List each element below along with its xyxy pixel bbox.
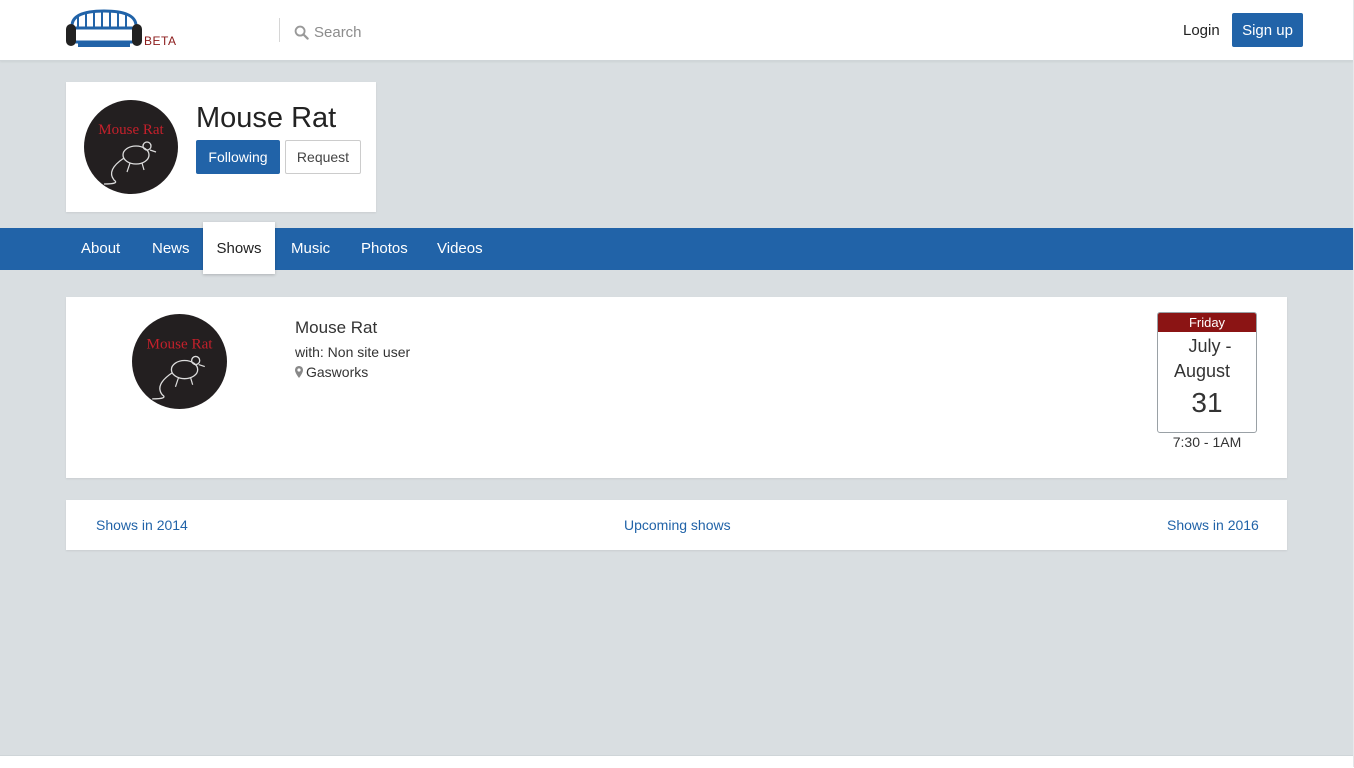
show-with-text: with: Non site user (295, 344, 411, 360)
show-venue[interactable]: Gasworks (295, 364, 368, 380)
band-avatar[interactable]: Mouse Rat (84, 100, 178, 194)
next-year-link[interactable]: Shows in 2016 (1167, 517, 1259, 533)
couch-logo-icon (66, 9, 142, 47)
tab-news[interactable]: News (152, 228, 190, 270)
tab-videos[interactable]: Videos (437, 228, 483, 270)
search-input[interactable] (314, 23, 534, 41)
tab-shows[interactable]: Shows (203, 222, 275, 274)
search-icon (294, 25, 309, 40)
calendar-weekday: Friday (1158, 313, 1256, 332)
calendar-month: July - August (1158, 332, 1256, 384)
venue-name: Gasworks (306, 364, 369, 380)
calendar-month-line1: July - (1188, 336, 1232, 356)
login-link[interactable]: Login (1183, 22, 1220, 39)
band-name: Mouse Rat (196, 102, 337, 134)
map-pin-icon (295, 366, 303, 378)
avatar-logo-text: Mouse Rat (98, 122, 164, 138)
calendar-month-line2: August (1173, 361, 1231, 381)
beta-badge: BETA (144, 34, 177, 48)
profile-nav: About News Shows Music Photos Videos (0, 222, 1354, 274)
following-button[interactable]: Following (196, 140, 280, 174)
tab-music[interactable]: Music (291, 228, 330, 270)
calendar-day-number: 31 (1191, 387, 1223, 418)
search-box[interactable] (294, 22, 554, 42)
profile-card: Mouse Rat Mouse Rat Following Request (66, 82, 376, 212)
request-button[interactable]: Request (285, 140, 361, 174)
top-header: BETA Login Sign up (0, 0, 1354, 61)
tab-about[interactable]: About (81, 228, 120, 270)
upcoming-shows-link[interactable]: Upcoming shows (624, 517, 731, 533)
shows-pager: Shows in 2014 Upcoming shows Shows in 20… (66, 500, 1287, 550)
show-item[interactable]: Mouse Rat Mouse Rat with: Non site user … (66, 297, 1287, 478)
tab-photos[interactable]: Photos (361, 228, 408, 270)
search-divider (279, 18, 280, 42)
date-calendar: Friday July - August 31 (1157, 312, 1257, 433)
prev-year-link[interactable]: Shows in 2014 (96, 517, 188, 533)
show-band-avatar[interactable]: Mouse Rat (132, 314, 227, 409)
show-title[interactable]: Mouse Rat (295, 318, 377, 338)
show-avatar-logo-text: Mouse Rat (146, 335, 213, 352)
footer (0, 755, 1354, 768)
signup-button[interactable]: Sign up (1232, 13, 1303, 47)
show-time: 7:30 - 1AM (1172, 434, 1242, 450)
